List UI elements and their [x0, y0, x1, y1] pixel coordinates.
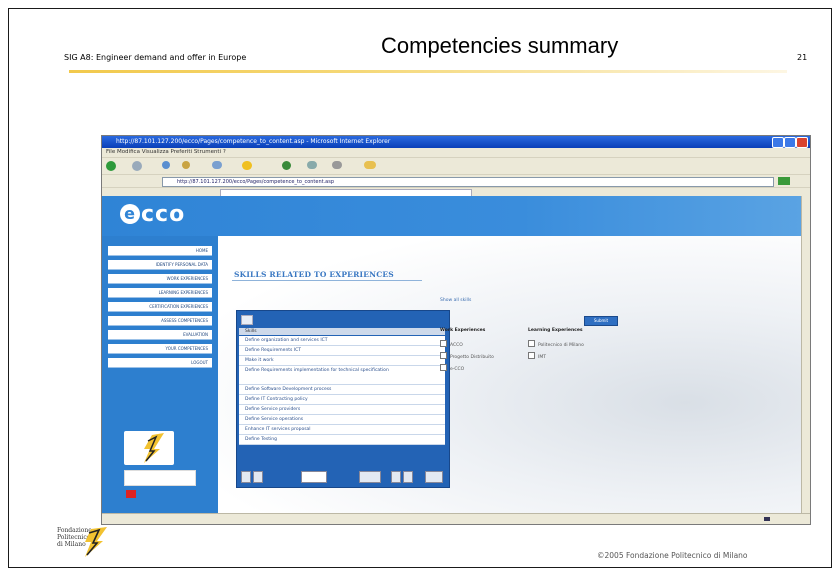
checkbox[interactable]	[440, 340, 447, 347]
page-size-select[interactable]	[359, 471, 381, 483]
back-icon[interactable]	[106, 161, 116, 171]
learning-option[interactable]: IMT	[528, 352, 546, 360]
ecco-logo[interactable]: eeccocco	[120, 202, 185, 227]
work-option[interactable]: ACCO	[440, 340, 463, 348]
maximize-button[interactable]	[784, 137, 796, 148]
home-icon[interactable]	[182, 161, 190, 169]
ecco-e-icon: e	[120, 204, 140, 224]
list-item[interactable]: Define Software Development process	[239, 385, 445, 395]
minimize-button[interactable]	[772, 137, 784, 148]
work-option[interactable]: e-CCO	[440, 364, 464, 372]
browser-screenshot: http://87.101.127.200/ecco/Pages/compete…	[101, 135, 811, 525]
list-header: Skills	[239, 328, 445, 335]
list-pagination	[241, 471, 445, 483]
learning-option[interactable]: Politecnico di Milano	[528, 340, 584, 348]
page-input[interactable]	[301, 471, 327, 483]
folder-icon[interactable]	[364, 161, 376, 169]
list-item[interactable]: Define Requirements implementation for t…	[239, 366, 445, 385]
list-item[interactable]: Define Testing	[239, 435, 445, 445]
list-item[interactable]: Define Service providers	[239, 405, 445, 415]
show-all-link[interactable]: Show all skills	[440, 298, 471, 303]
checkbox[interactable]	[528, 352, 535, 359]
checkbox[interactable]	[440, 352, 447, 359]
copyright-text: ©2005 Fondazione Politecnico di Milano	[597, 551, 748, 560]
browser-title-bar: http://87.101.127.200/ecco/Pages/compete…	[102, 136, 810, 148]
address-input[interactable]: http://87.101.127.200/ecco/Pages/compete…	[162, 177, 774, 187]
last-page-button[interactable]	[403, 471, 413, 483]
learning-experiences-heading: Learning Experiences	[528, 328, 583, 333]
list-item[interactable]: Make it work	[239, 356, 445, 366]
section-rule	[232, 280, 422, 281]
go-page-button[interactable]	[425, 471, 443, 483]
sidebar-item-learning[interactable]: LEARNING EXPERIENCES	[108, 288, 212, 298]
sidebar: HOME IDENTIFY PERSONAL DATA WORK EXPERIE…	[102, 236, 218, 514]
mail-icon[interactable]	[307, 161, 317, 169]
close-button[interactable]	[796, 137, 808, 148]
list-item[interactable]: Define Requirements ICT	[239, 346, 445, 356]
sidebar-partner-logo	[124, 431, 174, 465]
sidebar-partner-button[interactable]	[124, 470, 196, 486]
checkbox[interactable]	[528, 340, 535, 347]
sidebar-item-certification[interactable]: CERTIFICATION EXPERIENCES	[108, 302, 212, 312]
go-icon[interactable]	[778, 177, 790, 185]
search-icon[interactable]	[212, 161, 222, 169]
sidebar-item-competences[interactable]: YOUR COMPETENCES	[108, 344, 212, 354]
browser-status-bar	[102, 513, 810, 524]
media-icon[interactable]	[282, 161, 291, 170]
checkbox[interactable]	[440, 364, 447, 371]
sidebar-item-home[interactable]: HOME	[108, 246, 212, 256]
forward-icon[interactable]	[132, 161, 142, 171]
slide-subtitle: SIG A8: Engineer demand and offer in Eur…	[64, 53, 247, 62]
title-rule	[69, 70, 787, 73]
web-page: eeccocco HOME IDENTIFY PERSONAL DATA WOR…	[102, 196, 802, 514]
list-item[interactable]: Define Service operations	[239, 415, 445, 425]
internet-zone-icon	[764, 517, 770, 521]
print-icon[interactable]	[332, 161, 342, 169]
section-title: SKILLS RELATED TO EXPERIENCES	[234, 270, 394, 279]
submit-button[interactable]: Submit	[584, 316, 618, 326]
fondazione-logo: Fondazione Politecnico di Milano	[57, 527, 137, 563]
list-item[interactable]: Define IT Contracting policy	[239, 395, 445, 405]
sidebar-item-work[interactable]: WORK EXPERIENCES	[108, 274, 212, 284]
site-header: eeccocco	[102, 196, 802, 236]
slide: SIG A8: Engineer demand and offer in Eur…	[8, 8, 832, 568]
sidebar-item-personal-data[interactable]: IDENTIFY PERSONAL DATA	[108, 260, 212, 270]
sidebar-item-evaluation[interactable]: EVALUATION	[108, 330, 212, 340]
first-page-button[interactable]	[241, 471, 251, 483]
work-experiences-heading: Work Experiences	[440, 328, 486, 333]
main-content: SKILLS RELATED TO EXPERIENCES Skills Def…	[218, 236, 802, 514]
prev-page-button[interactable]	[253, 471, 263, 483]
politecnico-logo-icon	[85, 527, 107, 557]
slide-title: Competencies summary	[381, 33, 619, 58]
list-item[interactable]: Define organization and services ICT	[239, 336, 445, 346]
flag-icon[interactable]	[126, 490, 136, 498]
refresh-icon[interactable]	[162, 161, 170, 169]
next-page-button[interactable]	[391, 471, 401, 483]
list-back-button[interactable]	[241, 315, 253, 325]
browser-title: http://87.101.127.200/ecco/Pages/compete…	[116, 138, 391, 145]
work-option[interactable]: Progetto Distribuito	[440, 352, 494, 360]
skills-list-panel: Skills Define organization and services …	[236, 310, 450, 488]
address-bar: http://87.101.127.200/ecco/Pages/compete…	[102, 175, 810, 188]
favorites-icon[interactable]	[242, 161, 252, 170]
browser-menu-bar[interactable]: File Modifica Visualizza Preferiti Strum…	[102, 148, 810, 158]
page-number: 21	[797, 53, 808, 62]
list-item[interactable]: Enhance IT services proposal	[239, 425, 445, 435]
browser-toolbar	[102, 158, 810, 175]
vertical-scrollbar[interactable]	[801, 196, 810, 514]
sidebar-item-logout[interactable]: LOGOUT	[108, 358, 212, 368]
skills-list: Define organization and services ICT Def…	[239, 336, 445, 445]
sidebar-item-assess[interactable]: ASSESS COMPETENCES	[108, 316, 212, 326]
